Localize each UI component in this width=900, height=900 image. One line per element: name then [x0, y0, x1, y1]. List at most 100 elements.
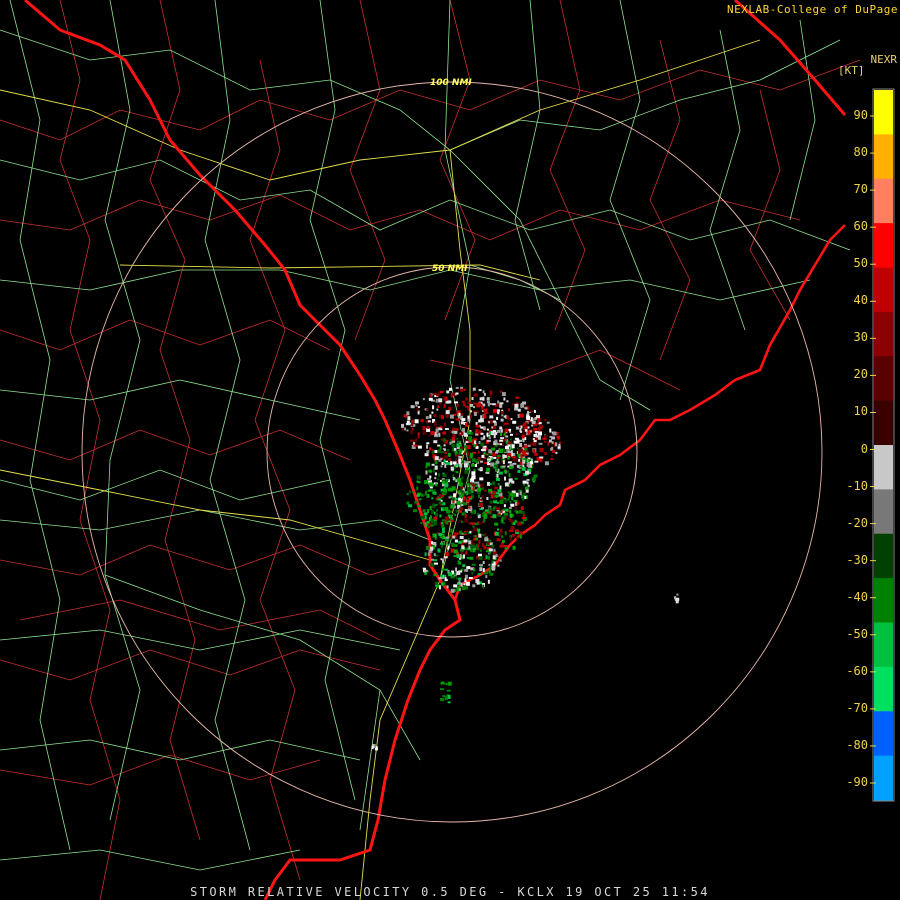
- echo-pixel: [471, 563, 476, 566]
- echo-pixel: [486, 453, 489, 456]
- echo-pixel: [401, 427, 404, 431]
- echo-pixel: [427, 525, 430, 528]
- echo-pixel: [458, 434, 462, 436]
- echo-pixel: [459, 448, 463, 453]
- color-scale-label: -60: [846, 663, 868, 678]
- echo-pixel: [427, 420, 431, 423]
- echo-pixel: [443, 403, 446, 408]
- color-scale-swatch: [874, 622, 893, 668]
- echo-pixel: [534, 431, 539, 433]
- echo-pixel: [477, 492, 481, 495]
- echo-pixel: [491, 508, 496, 511]
- echo-pixel: [513, 522, 516, 526]
- echo-pixel: [446, 585, 449, 589]
- echo-pixel: [523, 445, 527, 449]
- echo-pixel: [441, 480, 446, 484]
- echo-pixel: [495, 554, 498, 557]
- echo-pixel: [406, 429, 409, 432]
- echo-pixel: [472, 525, 475, 528]
- echo-pixel: [525, 422, 528, 427]
- echo-pixel: [508, 506, 512, 509]
- color-scale-swatch: [874, 578, 893, 623]
- echo-pixel: [440, 507, 444, 512]
- echo-pixel: [504, 512, 509, 516]
- echo-pixel: [538, 427, 543, 430]
- echo-pixel: [444, 696, 448, 701]
- echo-pixel: [461, 476, 464, 480]
- echo-pixel: [514, 506, 517, 511]
- echo-pixel: [492, 481, 495, 486]
- echo-pixel: [508, 518, 512, 521]
- echo-pixel: [504, 438, 507, 442]
- echo-pixel: [493, 413, 496, 416]
- echo-pixel: [459, 530, 463, 535]
- echo-pixel: [488, 539, 492, 542]
- echo-pixel: [524, 407, 528, 410]
- echo-pixel: [471, 397, 474, 401]
- echo-pixel: [504, 428, 509, 433]
- echo-pixel: [426, 444, 428, 449]
- echo-pixel: [535, 433, 538, 436]
- echo-pixel: [462, 564, 466, 568]
- echo-pixel: [484, 532, 487, 537]
- echo-pixel: [481, 454, 485, 458]
- echo-pixel: [527, 444, 531, 447]
- echo-pixel: [520, 425, 523, 429]
- echo-pixel: [510, 526, 515, 531]
- echo-pixel: [422, 398, 425, 401]
- echo-pixel: [448, 572, 453, 577]
- echo-pixel: [450, 588, 455, 593]
- echo-pixel: [475, 433, 479, 436]
- echo-pixel: [424, 515, 427, 520]
- echo-pixel: [466, 478, 469, 482]
- echo-pixel: [404, 427, 407, 431]
- echo-pixel: [490, 462, 495, 467]
- echo-pixel: [527, 431, 531, 435]
- echo-pixel: [500, 437, 505, 440]
- echo-pixel: [497, 528, 499, 531]
- echo-pixel: [489, 572, 494, 576]
- echo-pixel: [463, 492, 467, 495]
- echo-pixel: [435, 398, 438, 403]
- echo-pixel: [495, 478, 500, 481]
- echo-pixel: [439, 585, 441, 590]
- color-scale-swatch: [874, 267, 893, 313]
- echo-pixel: [440, 681, 445, 685]
- echo-pixel: [418, 498, 422, 501]
- echo-pixel: [499, 403, 503, 408]
- echo-pixel: [498, 471, 503, 475]
- echo-pixel: [674, 596, 677, 600]
- echo-pixel: [486, 458, 491, 461]
- echo-pixel: [493, 434, 496, 439]
- echo-pixel: [492, 466, 496, 469]
- color-scale-swatch: [874, 666, 893, 712]
- echo-pixel: [433, 521, 437, 526]
- echo-pixel: [424, 552, 427, 557]
- echo-pixel: [420, 522, 423, 525]
- echo-pixel: [483, 392, 486, 396]
- echo-pixel: [483, 414, 487, 419]
- echo-pixel: [459, 494, 464, 498]
- echo-pixel: [444, 428, 449, 430]
- echo-pixel: [464, 578, 467, 583]
- echo-pixel: [516, 439, 520, 444]
- echo-pixel: [522, 450, 527, 455]
- echo-pixel: [413, 509, 417, 513]
- echo-pixel: [532, 449, 536, 454]
- echo-pixel: [434, 465, 438, 470]
- echo-pixel: [551, 454, 554, 457]
- echo-pixel: [469, 516, 472, 519]
- echo-pixel: [440, 451, 445, 454]
- echo-pixel: [453, 584, 458, 588]
- echo-pixel: [471, 571, 474, 575]
- echo-pixel: [489, 483, 492, 486]
- echo-pixel: [520, 506, 524, 511]
- echo-pixel: [489, 500, 493, 504]
- echo-pixel: [496, 501, 499, 504]
- color-scale-swatch: [874, 356, 893, 402]
- echo-pixel: [454, 500, 457, 504]
- echo-pixel: [440, 574, 444, 578]
- echo-pixel: [519, 510, 522, 514]
- echo-pixel: [434, 450, 438, 453]
- echo-pixel: [552, 431, 557, 436]
